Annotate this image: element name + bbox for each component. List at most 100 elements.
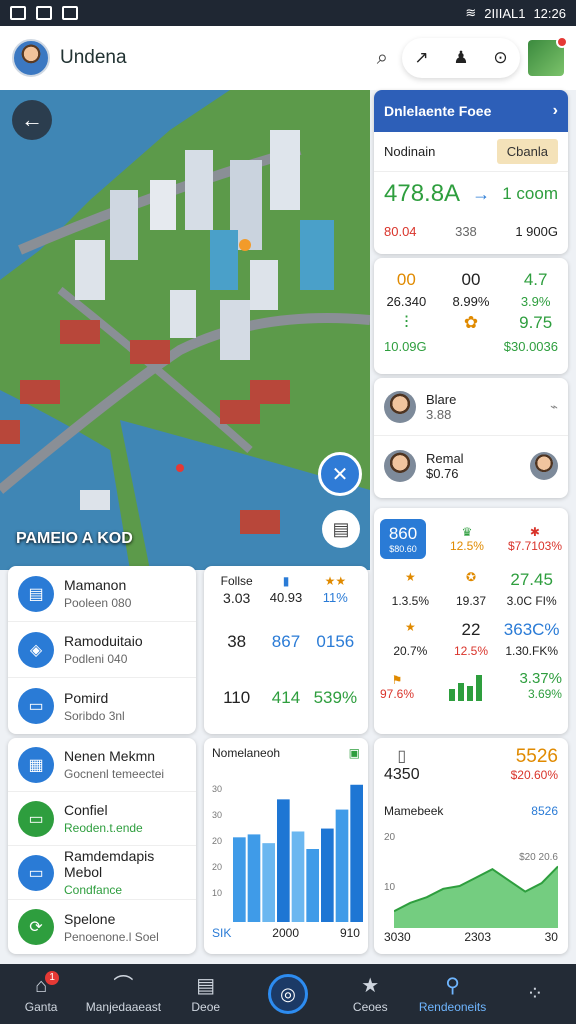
- person-row[interactable]: Blare 3.88 ⌁: [374, 378, 568, 436]
- status-bar: ≋ 2IIIAL1 12:26: [0, 0, 576, 26]
- list-item[interactable]: ▭ Pomird Soribdo 3nl: [8, 678, 196, 734]
- list-item-sub: Soribdo 3nl: [64, 708, 125, 723]
- stat-value: 12.5%: [449, 539, 484, 553]
- stat-value: 12.5%: [453, 644, 488, 658]
- search-icon[interactable]: ⌕: [377, 47, 388, 70]
- location-icon: ◈: [18, 631, 54, 668]
- stat-value: 40.93: [269, 590, 303, 605]
- bottom-navigation: ⌂ 1 Ganta ⌒ Manjedaaeast ▤ Deoe ◎ ★ Ceoe…: [0, 964, 576, 1024]
- metric-value: 4.7: [523, 270, 548, 289]
- back-button[interactable]: ←: [12, 100, 52, 140]
- list-item[interactable]: ▤ Mamanon Pooleen 080: [8, 566, 196, 622]
- list-item[interactable]: ▭ Confiel Reoden.t.ende: [8, 792, 196, 846]
- avatar[interactable]: [12, 39, 50, 77]
- summary-card[interactable]: Dnlelaente Foee › Nodinain Cbanla 478.8A…: [374, 90, 568, 254]
- chart-value: 8526: [531, 804, 558, 818]
- main-value: 478.8A: [384, 180, 461, 207]
- stat-value: 1.30.FK%: [505, 644, 559, 658]
- map-illustration: [0, 90, 370, 570]
- route-icon[interactable]: ↗: [414, 48, 428, 68]
- stat-value: 3.0C FI%: [506, 594, 557, 608]
- profile-icon[interactable]: ♟: [453, 48, 468, 68]
- expand-icon[interactable]: ▣: [349, 746, 360, 760]
- star-icon: ★: [404, 620, 416, 634]
- stat-value: 20.7%: [393, 644, 428, 658]
- nav-favorites[interactable]: ★ Ceoes: [330, 975, 410, 1014]
- list-item-title: Spelone: [64, 910, 116, 927]
- target-icon[interactable]: ⊙: [493, 48, 507, 68]
- nav-management[interactable]: ⌒ Manjedaaeast: [83, 975, 163, 1014]
- bar-mark: [233, 837, 246, 922]
- leaf-icon: ✿: [463, 313, 479, 332]
- stat-value: $7.7103%: [507, 539, 562, 553]
- stat-value: 27.45: [510, 570, 553, 589]
- footer-value-left: 80.04: [384, 223, 417, 239]
- y-axis: 30 30 20 20 10: [212, 776, 222, 906]
- list-item[interactable]: ◈ Ramoduitaio Podleni 040: [8, 622, 196, 678]
- nav-center[interactable]: ◎: [248, 974, 328, 1014]
- chip-value: 860: [388, 524, 418, 543]
- stat-value: 3.69%: [527, 687, 562, 701]
- x-tick: 2000: [272, 926, 299, 940]
- list-item-title: Confiel: [64, 802, 108, 818]
- person-row[interactable]: Remal $0.76: [374, 436, 568, 496]
- person-value: 3.88: [426, 406, 452, 422]
- list-item[interactable]: ⟳ Spelone Penoenone.l Soel: [8, 900, 196, 954]
- y-tick: 20: [212, 836, 223, 846]
- stat-value: 867: [271, 632, 301, 651]
- notification-icon: [36, 6, 52, 20]
- signal-text: 2IIIAL1: [484, 5, 526, 21]
- list-item[interactable]: ▦ Nenen Mekmn Gocnenl temeectei: [8, 738, 196, 792]
- list-item-title: Nenen Mekmn: [64, 748, 156, 764]
- trophy-icon: ♛: [461, 525, 473, 539]
- metric-footer-left: 10.09G: [384, 339, 427, 354]
- stat-value: 363C%: [503, 620, 560, 639]
- flag-icon: ⚑: [391, 673, 403, 687]
- summary-card-header[interactable]: Dnlelaente Foee ›: [374, 90, 568, 132]
- footer-value-right: 1 900G: [515, 223, 558, 239]
- y-tick: 30: [212, 784, 223, 794]
- stat-value: 19.37: [455, 594, 486, 608]
- metric-footer-right: $30.0036: [503, 339, 558, 354]
- metrics-card: 00 00 4.7 26.340 8.99% 3.9% ⫶ ✿ 9.75 10.…: [374, 258, 568, 374]
- trend-value: 5526: [515, 746, 558, 767]
- nav-more[interactable]: ⁘: [495, 983, 575, 1005]
- trend-card: ▯ 4350 5526 $20.60% Mamebeek 8526 20 10 …: [374, 738, 568, 954]
- person-name: Remal: [426, 451, 464, 466]
- x-tick: SIK: [212, 926, 232, 940]
- area-fill: [394, 866, 558, 928]
- metric-sub: 26.340: [386, 294, 427, 309]
- stat-value: 3.37%: [519, 670, 562, 687]
- notification-dot: [556, 36, 568, 48]
- people-card: Blare 3.88 ⌁ Remal $0.76: [374, 378, 568, 498]
- stats-card: Follse ▮ ★★ 3.03 40.93 11% 38 867 0156 1…: [204, 566, 368, 734]
- link-icon[interactable]: ⌁: [550, 399, 558, 415]
- map-thumbnail-button[interactable]: [528, 36, 568, 76]
- document-button[interactable]: ▤: [322, 510, 360, 548]
- y-tick: 30: [212, 810, 223, 820]
- stat-value: 0156: [316, 632, 355, 651]
- chip-sub: $80.60: [389, 544, 417, 554]
- chevron-right-icon[interactable]: ›: [553, 102, 558, 120]
- city-map[interactable]: ← ✕ ▤ PAMEIO A KOD: [0, 90, 370, 570]
- map-layer-button[interactable]: ✕: [318, 452, 362, 496]
- bar-chart: [233, 784, 363, 922]
- stat-value: 414: [271, 688, 301, 707]
- chart-title: Mamebeek: [384, 804, 444, 818]
- nav-home[interactable]: ⌂ 1 Ganta: [1, 970, 81, 1014]
- highlight-chip[interactable]: 860 $80.60: [380, 519, 426, 559]
- chart-icon: ⫶: [404, 313, 409, 332]
- list-item[interactable]: ▭ Ramdemdapis Mebol Condfance: [8, 846, 196, 900]
- summary-card-title: Dnlelaente Foee: [384, 103, 492, 119]
- nav-reports[interactable]: ⚲ Rendeoneits: [413, 975, 493, 1014]
- y-tick: 20: [384, 832, 396, 843]
- nav-docs[interactable]: ▤ Deoe: [166, 975, 246, 1014]
- x-tick: 30: [544, 930, 558, 944]
- metric-value: 9.75: [519, 313, 553, 332]
- basket-icon: ⌒: [113, 974, 134, 997]
- stat-value: 22: [461, 620, 481, 639]
- nav-label: Ganta: [24, 999, 58, 1014]
- folder-icon: ▭: [18, 800, 54, 837]
- person-value: $0.76: [426, 466, 459, 481]
- status-tag[interactable]: Cbanla: [496, 139, 558, 164]
